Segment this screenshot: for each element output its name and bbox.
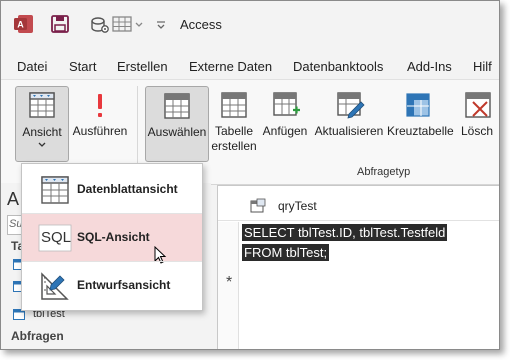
query-icon bbox=[250, 198, 266, 217]
query-document: qryTest * SELECT tblTest.ID, tblTest.Tes… bbox=[217, 185, 499, 349]
append-query-icon bbox=[271, 90, 301, 124]
anfuegen-label: Anfügen bbox=[262, 124, 308, 138]
ansicht-dropdown-menu: Datenblattansicht SQL SQL-Ansicht Entwur… bbox=[21, 163, 203, 311]
kreuztabelle-button[interactable]: Kreuztabelle bbox=[387, 86, 454, 160]
kreuztabelle-label: Kreuztabelle bbox=[387, 124, 454, 138]
crosstab-icon bbox=[403, 90, 433, 124]
erstellen-label: erstellen bbox=[211, 139, 257, 153]
menu-datei[interactable]: Datei bbox=[17, 59, 47, 74]
menu-hilfe[interactable]: Hilf bbox=[473, 59, 492, 74]
chevron-down-icon[interactable] bbox=[133, 13, 145, 35]
make-table-icon bbox=[219, 90, 249, 124]
menu-item-datenblattansicht[interactable]: Datenblattansicht bbox=[22, 166, 202, 213]
record-selector-column: * bbox=[218, 222, 239, 349]
nav-queries-header: Abfragen bbox=[11, 329, 64, 343]
loeschen-button[interactable]: Lösch bbox=[455, 86, 499, 160]
title-bar: A Access bbox=[1, 1, 499, 49]
select-query-icon bbox=[162, 91, 192, 125]
save-icon[interactable] bbox=[49, 13, 71, 35]
menu-item-label: Datenblattansicht bbox=[77, 182, 178, 196]
new-record-marker: * bbox=[226, 274, 233, 291]
ribbon-separator bbox=[137, 86, 138, 170]
menu-item-label: Entwurfsansicht bbox=[77, 278, 171, 292]
customize-toolbar-icon[interactable] bbox=[155, 13, 167, 35]
sql-line: FROM tblTest; bbox=[242, 244, 330, 261]
delete-query-icon bbox=[463, 90, 493, 124]
datasheet-icon bbox=[38, 174, 72, 206]
sql-icon: SQL bbox=[38, 222, 72, 254]
design-view-icon bbox=[38, 270, 72, 302]
settings-gear-icon[interactable] bbox=[89, 13, 111, 35]
update-query-icon bbox=[335, 90, 365, 124]
nav-header: A bbox=[7, 189, 20, 209]
menu-item-sql-ansicht[interactable]: SQL SQL-Ansicht bbox=[22, 214, 202, 264]
aktualisieren-button[interactable]: Aktualisieren bbox=[313, 86, 385, 160]
access-window: A Access Datei Start Erstellen Externe D… bbox=[0, 0, 500, 350]
menu-bar: Datei Start Erstellen Externe Daten Date… bbox=[1, 53, 499, 79]
sql-editor[interactable]: SELECT tblTest.ID, tblTest.Testfeld FROM… bbox=[240, 222, 499, 332]
datasheet-view-icon bbox=[28, 91, 56, 123]
table-view-icon[interactable] bbox=[111, 13, 133, 35]
chevron-down-icon bbox=[16, 139, 68, 154]
tabelle-erstellen-button[interactable]: Tabelle erstellen bbox=[211, 86, 257, 160]
run-exclamation-icon bbox=[91, 92, 109, 124]
menu-add-ins[interactable]: Add-Ins bbox=[407, 59, 452, 74]
menu-item-label: SQL-Ansicht bbox=[77, 230, 150, 244]
anfuegen-button[interactable]: Anfügen bbox=[259, 86, 311, 160]
ansicht-label: Ansicht bbox=[22, 125, 62, 139]
auswaehlen-label: Auswählen bbox=[147, 125, 207, 139]
tabelle-label: Tabelle bbox=[214, 124, 254, 138]
access-logo-icon: A bbox=[13, 13, 35, 35]
menu-erstellen[interactable]: Erstellen bbox=[117, 59, 168, 74]
menu-externe-daten[interactable]: Externe Daten bbox=[189, 59, 272, 74]
ausfuehren-label: Ausführen bbox=[72, 124, 128, 138]
sql-line: SELECT tblTest.ID, tblTest.Testfeld bbox=[242, 224, 448, 241]
menu-datenbanktools[interactable]: Datenbanktools bbox=[293, 59, 383, 74]
ausfuehren-button[interactable]: Ausführen bbox=[69, 86, 131, 160]
menu-start[interactable]: Start bbox=[69, 59, 96, 74]
menu-item-entwurfsansicht[interactable]: Entwurfsansicht bbox=[22, 262, 202, 309]
aktualisieren-label: Aktualisieren bbox=[314, 124, 384, 138]
table-icon bbox=[13, 309, 25, 323]
loeschen-label: Lösch bbox=[461, 124, 494, 138]
svg-text:A: A bbox=[17, 20, 24, 30]
group-label-abfragetyp: Abfragetyp bbox=[357, 166, 411, 178]
app-title: Access bbox=[180, 17, 222, 32]
ansicht-button[interactable]: Ansicht bbox=[15, 86, 69, 162]
auswaehlen-button[interactable]: Auswählen bbox=[145, 86, 209, 162]
